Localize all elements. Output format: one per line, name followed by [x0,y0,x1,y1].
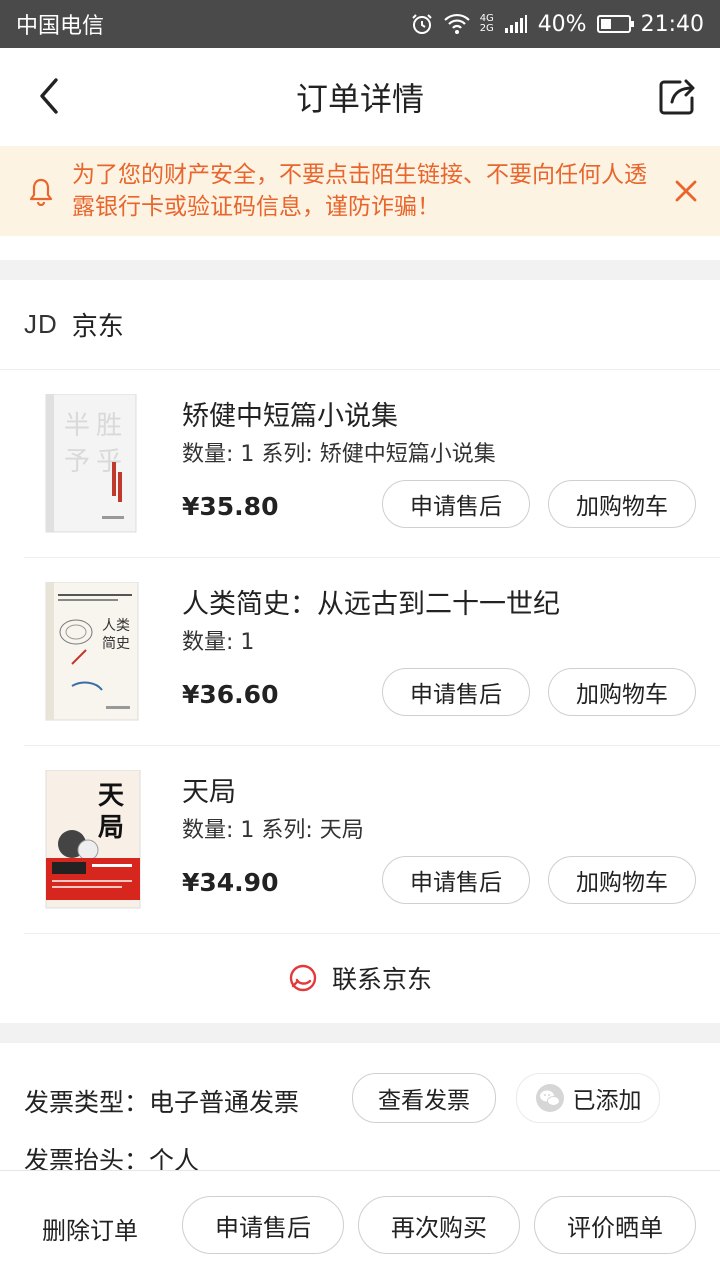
shop-name: 京东 [71,312,124,342]
product-meta: 数量: 1 系列: 矫健中短篇小说集 [182,442,496,467]
network-type: 4G 2G [479,13,494,34]
product-item[interactable]: 人类 简史 人类简史：从远古到二十一世纪 数量: 1 ¥36.60 申请售后 加… [24,558,720,746]
add-to-cart-button[interactable]: 加购物车 [548,480,696,528]
svg-text:局: 局 [98,813,124,843]
status-bar: 中国电信 4G 2G 40% 21:40 [0,0,720,48]
svg-text:天: 天 [98,781,124,811]
svg-text:予: 予 [64,447,90,477]
alarm-icon [411,14,432,34]
product-meta: 数量: 1 系列: 天局 [182,818,364,843]
shop-card: JD 京东 半 胜 予 乎 矫健中短篇小说集 数量: 1 系列: 矫健中短篇小说… [0,280,720,1023]
close-icon[interactable] [672,177,700,205]
invoice-added-label: 已添加 [572,1088,642,1114]
product-name: 矫健中短篇小说集 [182,401,398,432]
clock: 21:40 [640,11,704,37]
battery-percent: 40% [537,11,587,37]
invoice-added-button[interactable]: 已添加 [516,1073,660,1123]
page-title: 订单详情 [295,80,424,118]
security-notice: 为了您的财产安全，不要点击陌生链接、不要向任何人透露银行卡或验证码信息，谨防诈骗… [0,146,720,236]
review-order-button[interactable]: 评价晒单 [534,1196,696,1254]
notice-text: 为了您的财产安全，不要点击陌生链接、不要向任何人透露银行卡或验证码信息，谨防诈骗… [72,162,647,220]
product-meta: 数量: 1 [182,630,255,655]
bottom-action-bar: 删除订单 申请售后 再次购买 评价晒单 [0,1170,720,1280]
product-price: ¥35.80 [182,492,279,521]
bell-icon [29,178,53,206]
book-cover-image: 半 胜 予 乎 [45,394,137,533]
book-cover-image: 人类 简史 [45,582,139,721]
shop-header[interactable]: JD 京东 [0,280,720,370]
svg-text:半: 半 [64,411,90,441]
divider [0,236,720,260]
product-name: 人类简史：从远古到二十一世纪 [182,589,560,620]
invoice-title: 发票抬头：个人 [24,1146,200,1173]
carrier-name: 中国电信 [16,14,105,39]
apply-aftersale-button[interactable]: 申请售后 [382,856,530,904]
share-icon[interactable] [658,76,698,116]
battery-icon [596,15,634,33]
svg-text:人类: 人类 [102,618,130,634]
back-arrow-icon[interactable] [30,76,70,116]
view-invoice-button[interactable]: 查看发票 [352,1073,496,1123]
jd-logo: JD [24,309,58,339]
add-to-cart-button[interactable]: 加购物车 [548,668,696,716]
buy-again-button[interactable]: 再次购买 [358,1196,520,1254]
apply-aftersale-button[interactable]: 申请售后 [382,480,530,528]
svg-text:胜: 胜 [96,411,122,441]
nav-header: 订单详情 [0,48,720,146]
product-name: 天局 [182,777,236,808]
wechat-icon [535,1084,564,1112]
wifi-icon [443,13,470,34]
customer-service-icon [289,964,317,992]
invoice-section: 发票类型：电子普通发票 查看发票 已添加 发票抬头：个人 [0,1043,720,1173]
status-icons: 4G 2G 40% 21:40 [410,12,704,37]
invoice-type: 发票类型：电子普通发票 [24,1088,300,1117]
apply-aftersale-button[interactable]: 申请售后 [382,668,530,716]
signal-icon [504,15,527,33]
product-price: ¥34.90 [182,868,279,897]
product-item[interactable]: 半 胜 予 乎 矫健中短篇小说集 数量: 1 系列: 矫健中短篇小说集 ¥35.… [24,370,720,558]
delete-order-button[interactable]: 删除订单 [42,1211,138,1246]
add-to-cart-button[interactable]: 加购物车 [548,856,696,904]
book-cover-image: 天 局 [45,770,141,909]
product-item[interactable]: 天 局 天局 数量: 1 系列: 天局 ¥34.90 申请售后 加购物车 [24,746,720,934]
svg-text:简史: 简史 [102,635,130,652]
contact-seller-button[interactable]: 联系京东 [0,934,720,1022]
apply-aftersale-order-button[interactable]: 申请售后 [182,1196,344,1254]
product-price: ¥36.60 [182,680,279,709]
contact-label: 联系京东 [331,965,432,994]
